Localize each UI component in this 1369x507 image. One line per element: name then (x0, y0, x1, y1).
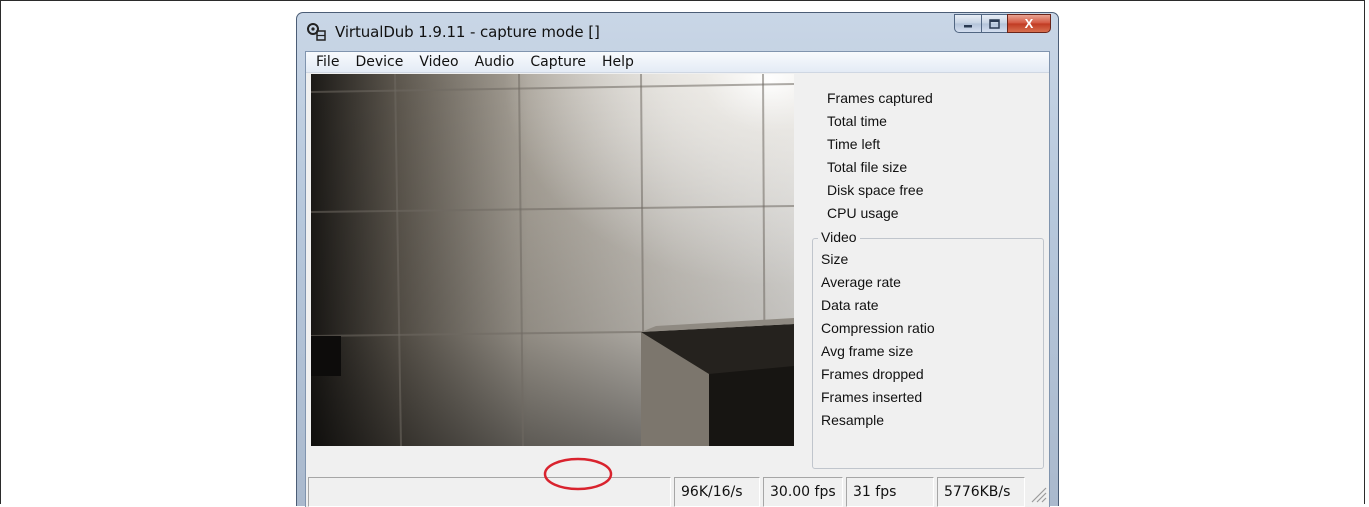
video-stat-resample: Resample (821, 412, 885, 428)
video-group-title: Video (818, 229, 860, 245)
video-stat-size: Size (821, 251, 849, 267)
client-area: File Device Video Audio Capture Help Fra… (305, 51, 1050, 507)
title-bar[interactable]: VirtualDub 1.9.11 - capture mode [] X (297, 13, 1058, 51)
status-pane-message (308, 477, 671, 507)
caption-buttons: X (954, 14, 1051, 34)
video-stat-average-rate: Average rate (821, 274, 901, 290)
stat-total-time: Total time (827, 113, 887, 129)
status-pane-data-rate: 5776KB/s (937, 477, 1025, 507)
app-gear-icon[interactable] (306, 22, 326, 42)
camera-preview-image (311, 74, 794, 446)
close-icon: X (1024, 16, 1034, 31)
stat-disk-space-free: Disk space free (827, 182, 924, 198)
video-stat-frames-dropped: Frames dropped (821, 366, 924, 382)
video-stat-frames-inserted: Frames inserted (821, 389, 923, 405)
stat-frames-captured: Frames captured (827, 90, 933, 106)
video-stat-compression-ratio: Compression ratio (821, 320, 935, 336)
menu-device[interactable]: Device (347, 52, 411, 73)
menu-capture[interactable]: Capture (522, 52, 594, 73)
window-title: VirtualDub 1.9.11 - capture mode [] (335, 23, 600, 41)
video-stat-data-rate: Data rate (821, 297, 879, 313)
menu-file[interactable]: File (308, 52, 347, 73)
virtualdub-window: VirtualDub 1.9.11 - capture mode [] X Fi… (296, 12, 1059, 507)
size-grip-icon[interactable] (1029, 485, 1047, 503)
status-pane-target-fps: 30.00 fps (763, 477, 843, 507)
maximize-button[interactable] (981, 14, 1007, 33)
fps-highlight-ellipse (543, 457, 613, 491)
status-pane-audio-format: 96K/16/s (674, 477, 760, 507)
stat-total-file-size: Total file size (827, 159, 908, 175)
maximize-icon (989, 18, 1000, 29)
status-pane-actual-fps: 31 fps (846, 477, 934, 507)
minimize-button[interactable] (954, 14, 981, 33)
menu-bar: File Device Video Audio Capture Help (306, 52, 1049, 73)
minimize-icon (964, 24, 972, 27)
menu-audio[interactable]: Audio (467, 52, 523, 73)
menu-help[interactable]: Help (594, 52, 642, 73)
stat-time-left: Time left (827, 136, 881, 152)
status-bar: 96K/16/s 30.00 fps 31 fps 5776KB/s (306, 477, 1049, 507)
close-button[interactable]: X (1007, 14, 1051, 33)
video-stat-avg-frame-size: Avg frame size (821, 343, 914, 359)
video-preview[interactable] (311, 74, 794, 446)
stat-cpu-usage: CPU usage (827, 205, 899, 221)
menu-video[interactable]: Video (411, 52, 466, 73)
